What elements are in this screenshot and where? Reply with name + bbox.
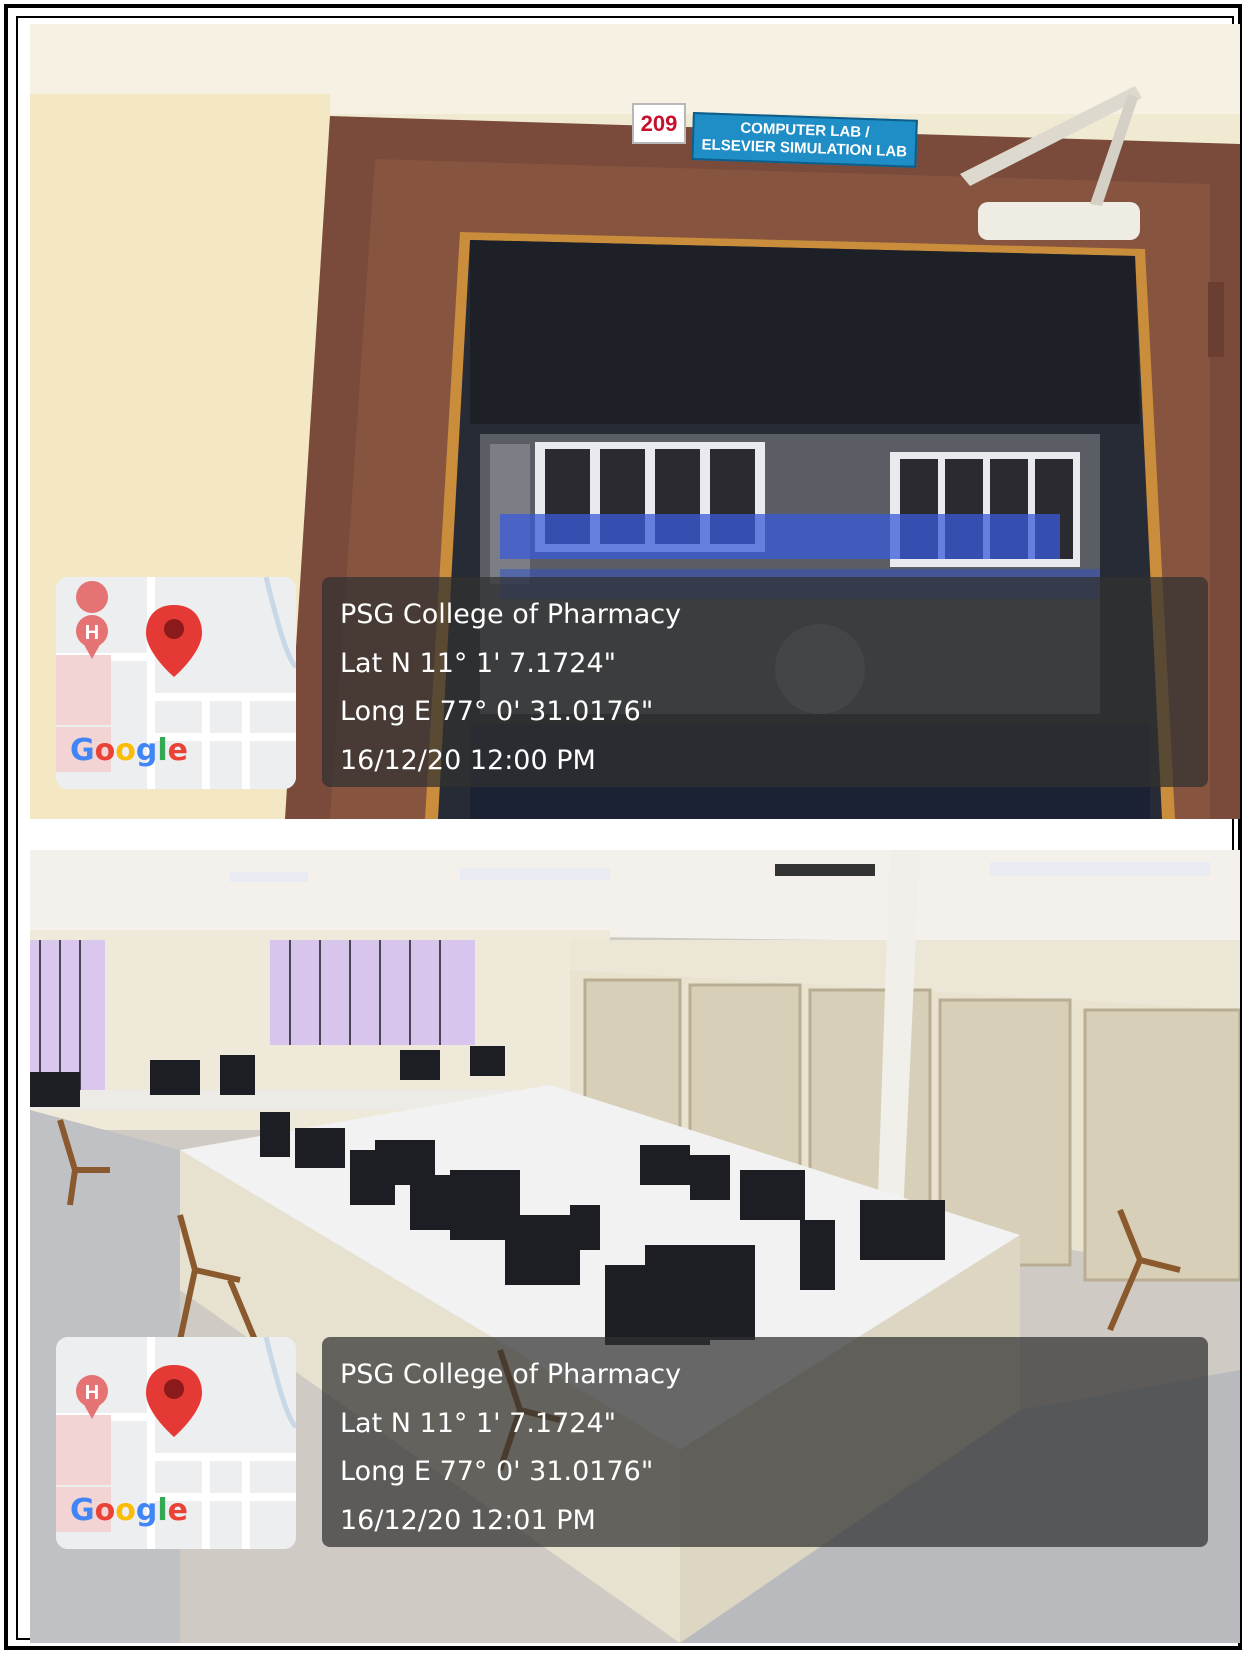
geotag-latitude: Lat N 11° 1' 7.1724" — [340, 1407, 617, 1439]
google-logo: Google — [70, 1493, 189, 1528]
geotag-datetime: 16/12/20 12:01 PM — [340, 1504, 596, 1536]
svg-text:H: H — [85, 622, 99, 644]
geotag-latitude: Lat N 11° 1' 7.1724" — [340, 647, 617, 679]
photo-lab-door: 209 COMPUTER LAB / ELSEVIER SIMULATION L… — [30, 24, 1240, 819]
google-logo: Google — [70, 733, 189, 768]
map-thumbnail: H Google — [56, 1337, 296, 1549]
geotag-place: PSG College of Pharmacy — [340, 1359, 682, 1390]
room-number-sign: 209 — [632, 103, 686, 144]
geotag-overlay: PSG College of Pharmacy Lat N 11° 1' 7.1… — [322, 577, 1208, 787]
photo-lab-interior: H Google PSG College of Pharmacy Lat N 1… — [30, 850, 1240, 1643]
geotag-longitude: Long E 77° 0' 31.0176" — [340, 1456, 654, 1487]
svg-text:H: H — [85, 1382, 99, 1404]
geotag-overlay: PSG College of Pharmacy Lat N 11° 1' 7.1… — [322, 1337, 1208, 1547]
geotag-datetime: 16/12/20 12:00 PM — [340, 744, 596, 776]
map-thumbnail: H Google — [56, 577, 296, 789]
geotag-longitude: Long E 77° 0' 31.0176" — [340, 696, 654, 727]
lab-name-sign: COMPUTER LAB / ELSEVIER SIMULATION LAB — [691, 112, 918, 168]
geotag-place: PSG College of Pharmacy — [340, 599, 682, 630]
